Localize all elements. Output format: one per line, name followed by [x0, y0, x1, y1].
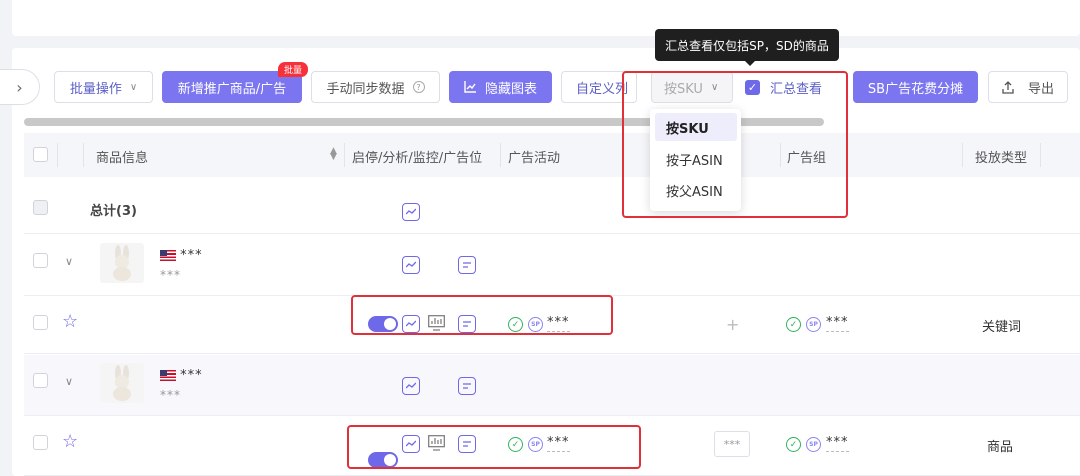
- chevron-down-icon[interactable]: ∨: [65, 255, 73, 268]
- column-divider: [1040, 143, 1041, 167]
- chevron-down-icon[interactable]: ∨: [65, 375, 73, 388]
- trend-icon[interactable]: [402, 256, 420, 274]
- header-actions: 启停/分析/监控/广告位: [352, 151, 483, 166]
- caret-down-icon: ∨: [129, 81, 138, 93]
- export-button[interactable]: 导出: [988, 71, 1068, 103]
- row-checkbox[interactable]: [33, 253, 48, 268]
- product-thumbnail: [100, 243, 144, 283]
- export-icon: [1002, 80, 1014, 94]
- total-row: [24, 177, 1080, 234]
- tooltip-arrow: [744, 60, 756, 66]
- row-checkbox[interactable]: [33, 315, 48, 330]
- hide-chart-button[interactable]: 隐藏图表: [449, 71, 552, 103]
- list-icon[interactable]: [458, 377, 476, 395]
- summary-tooltip: 汇总查看仅包括SP，SD的商品: [655, 29, 839, 61]
- column-divider: [344, 143, 345, 167]
- top-card: [12, 0, 1080, 36]
- sb-split-button[interactable]: SB广告花费分摊: [853, 71, 978, 103]
- batch-operations-button[interactable]: 批量操作 ∨: [54, 71, 153, 103]
- collapse-sidebar-button[interactable]: ›: [0, 69, 40, 105]
- product-name-text: ***: [180, 248, 203, 263]
- batch-badge: 批量: [278, 62, 309, 77]
- plus-icon[interactable]: +: [726, 315, 739, 334]
- product-name-text: ***: [180, 368, 203, 383]
- header-target-type: 投放类型: [975, 151, 1028, 166]
- adgroup-name[interactable]: ***: [826, 315, 849, 332]
- export-label: 导出: [1027, 81, 1054, 97]
- us-flag-icon: [160, 250, 176, 261]
- header-product: 商品信息: [96, 151, 149, 166]
- bid-input[interactable]: ***: [714, 431, 750, 457]
- table-row: [24, 355, 1080, 416]
- help-icon: ?: [412, 81, 425, 93]
- us-flag-icon: [160, 370, 176, 381]
- product-sub: ***: [160, 268, 181, 282]
- status-ok-icon: ✓: [786, 317, 801, 332]
- sp-icon: SP: [806, 437, 821, 452]
- add-promo-label: 新增推广商品/广告: [177, 81, 287, 97]
- chevron-right-icon: ›: [16, 77, 23, 97]
- custom-columns-label: 自定义列: [576, 81, 629, 97]
- status-ok-icon: ✓: [786, 437, 801, 452]
- product-thumbnail: [100, 363, 144, 403]
- sort-icon[interactable]: ▲ ▼: [330, 147, 337, 162]
- column-divider: [962, 143, 963, 167]
- trend-icon[interactable]: [402, 377, 420, 395]
- product-sub: ***: [160, 388, 181, 402]
- batch-operations-label: 批量操作: [69, 81, 122, 97]
- total-checkbox: [33, 200, 48, 215]
- manual-sync-button[interactable]: 手动同步数据?: [311, 71, 440, 103]
- target-type: 关键词: [982, 320, 1022, 335]
- product-name: ***: [160, 248, 203, 263]
- list-icon[interactable]: [458, 256, 476, 274]
- adgroup-name[interactable]: ***: [826, 435, 849, 452]
- column-divider: [57, 143, 58, 167]
- sb-split-label: SB广告花费分摊: [867, 81, 964, 97]
- sp-icon: SP: [806, 317, 821, 332]
- highlight-box-row2: [351, 295, 613, 335]
- manual-sync-label: 手动同步数据: [326, 81, 405, 97]
- column-divider: [83, 143, 84, 167]
- star-icon[interactable]: ☆: [62, 431, 78, 452]
- trend-icon[interactable]: [402, 203, 420, 221]
- product-name: ***: [160, 368, 203, 383]
- highlight-box-groupby: [622, 71, 848, 218]
- highlight-box-row4: [347, 425, 641, 469]
- target-type: 商品: [987, 440, 1014, 455]
- star-icon[interactable]: ☆: [62, 311, 78, 332]
- select-all-checkbox[interactable]: [33, 147, 48, 162]
- chart-icon: [464, 81, 477, 93]
- column-divider: [500, 143, 501, 167]
- hide-chart-label: 隐藏图表: [484, 81, 537, 97]
- row-checkbox[interactable]: [33, 373, 48, 388]
- table-row: [24, 235, 1080, 296]
- row-checkbox[interactable]: [33, 435, 48, 450]
- header-campaign: 广告活动: [508, 151, 561, 166]
- total-label: 总计(3): [90, 204, 137, 219]
